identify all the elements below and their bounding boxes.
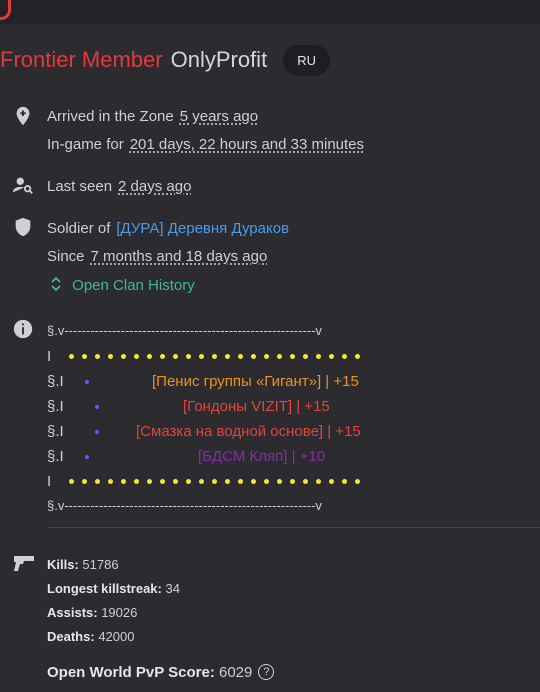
- section-divider: [47, 527, 540, 528]
- open-clan-history-button[interactable]: Open Clan History: [50, 276, 195, 294]
- last-seen-row: Last seen 2 days ago: [47, 178, 191, 195]
- bio-dots-line-top: I: [47, 348, 368, 366]
- bio-dots-line-bottom: I: [47, 473, 368, 491]
- clan-history-label: Open Clan History: [72, 277, 195, 294]
- player-name: OnlyProfit: [170, 47, 268, 72]
- soldier-label: Soldier of: [47, 220, 111, 237]
- top-bar: [0, 0, 540, 24]
- language-badge: RU: [283, 44, 330, 76]
- ingame-row: In-game for 201 days, 22 hours and 33 min…: [47, 136, 364, 153]
- chevron-up-down-icon: [51, 276, 61, 292]
- clan-link[interactable]: [ДУРА] Деревня Дураков: [116, 220, 289, 237]
- pistol-icon: [14, 556, 34, 571]
- dot-row: [69, 348, 368, 365]
- dots-prefix: I: [47, 348, 52, 365]
- info-icon: [13, 319, 33, 339]
- clan-row: Soldier of [ДУРА] Деревня Дураков: [47, 220, 289, 237]
- profile-header: Frontier Member OnlyProfit RU: [0, 44, 330, 76]
- kills-stat: Kills: 51786: [47, 557, 119, 572]
- person-search-icon: [12, 177, 33, 194]
- ingame-value: 201 days, 22 hours and 33 minutes: [129, 136, 365, 153]
- ingame-label: In-game for: [47, 136, 124, 153]
- arrived-value: 5 years ago: [179, 108, 259, 125]
- rank-title: Frontier Member: [0, 47, 163, 72]
- last-seen-value: 2 days ago: [118, 178, 192, 195]
- logo-mark: [0, 0, 11, 20]
- since-row: Since 7 months and 18 days ago: [47, 248, 267, 265]
- help-circle-icon[interactable]: ?: [258, 664, 275, 680]
- shield-icon: [15, 217, 31, 237]
- assists-stat: Assists: 19026: [47, 605, 138, 620]
- dot-row: [69, 473, 368, 490]
- since-value: 7 months and 18 days ago: [90, 248, 268, 265]
- arrived-label: Arrived in the Zone: [47, 108, 174, 125]
- arrived-row: Arrived in the Zone 5 years ago: [47, 108, 258, 125]
- location-pin-icon: [16, 106, 30, 126]
- since-label: Since: [47, 248, 85, 265]
- dots-prefix: I: [47, 473, 52, 490]
- killstreak-stat: Longest killstreak: 34: [47, 581, 180, 596]
- pvp-score: Open World PvP Score: 6029?: [47, 664, 275, 681]
- bio-separator-top: §.v-------------------------------------…: [47, 323, 322, 338]
- deaths-stat: Deaths: 42000: [47, 629, 135, 644]
- bio-separator-bottom: §.v-------------------------------------…: [47, 498, 322, 513]
- last-seen-label: Last seen: [47, 178, 113, 195]
